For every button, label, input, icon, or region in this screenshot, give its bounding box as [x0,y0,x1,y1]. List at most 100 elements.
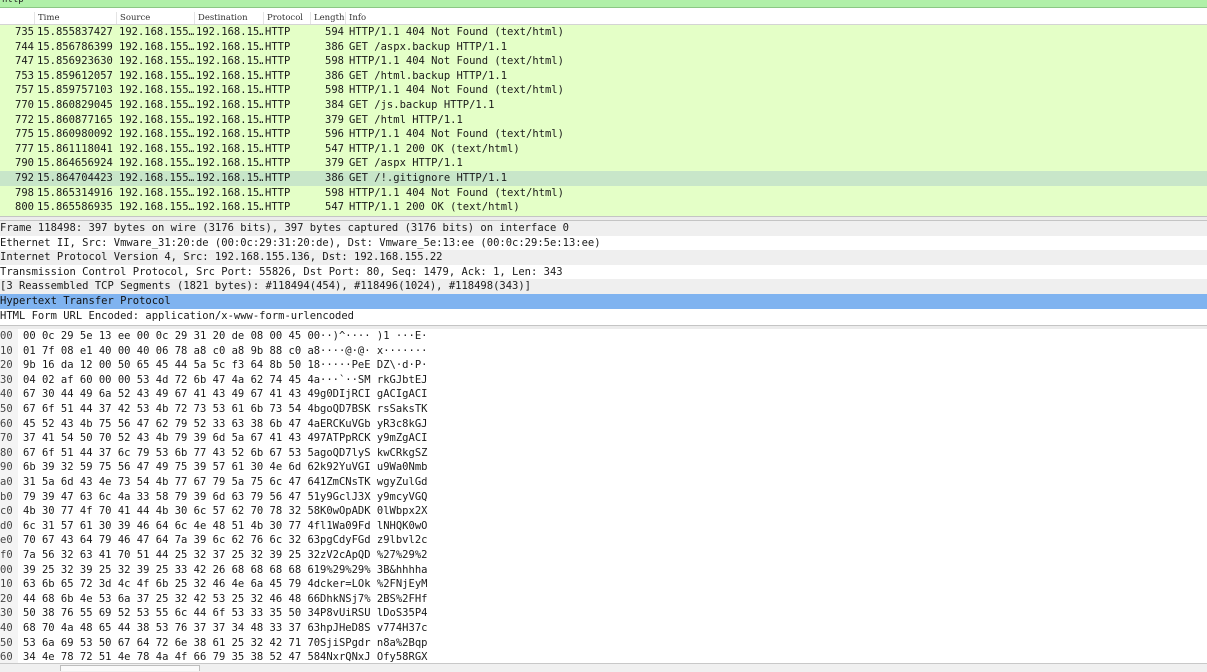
packet-destination: 192.168.15… [196,69,263,82]
packet-source: 192.168.155… [119,201,194,214]
packet-number: 744 [15,40,34,53]
packet-protocol: HTTP [265,26,291,38]
bytes-row[interactable]: 80 67 6f 51 44 37 6c 79 53 6b 77 43 52 6b… [0,446,1207,461]
bytes-hex: 7a 56 32 63 41 70 51 44 25 32 37 25 32 3… [23,549,321,561]
packet-number: 770 [15,99,34,111]
packet-row[interactable]: 753 15.859612057 192.168.155… 192.168.15… HT… [0,68,1207,84]
bytes-hex: 44 68 6b 4e 53 6a 37 25 32 42 53 25 32 4… [23,592,321,605]
packet-list[interactable]: 735 15.855837427 192.168.155… 192.168.15… HT… [0,25,1207,216]
bytes-row[interactable]: 40 68 70 4a 48 65 44 38 53 76 37 37 34 48… [0,621,1207,636]
bytes-row[interactable]: 60 45 52 43 4b 75 56 47 62 79 52 33 63 38… [0,417,1207,432]
packet-row[interactable]: 747 15.856923630 192.168.155… 192.168.15… HT… [0,54,1207,69]
packet-time: 15.864656924 [37,157,113,170]
display-filter-text[interactable]: http [2,0,24,5]
packet-row[interactable]: 735 15.855837427 192.168.155… 192.168.15… HT… [0,25,1207,40]
packet-destination: 192.168.15… [196,84,263,97]
bytes-row[interactable]: 50 53 6a 69 53 50 67 64 72 6e 38 61 25 32… [0,636,1207,651]
packet-time: 15.855837427 [37,26,113,38]
packet-row[interactable]: 757 15.859757103 192.168.155… 192.168.15… HT… [0,83,1207,98]
bytes-row[interactable]: f0 7a 56 32 63 41 70 51 44 25 32 37 25 32… [0,548,1207,563]
packet-number: 735 [15,26,34,38]
column-header-protocol[interactable]: Protocol [263,12,310,24]
bytes-hex: 67 6f 51 44 37 42 53 4b 72 73 53 61 6b 7… [23,403,321,415]
detail-tree-item[interactable]: Hypertext Transfer Protocol [0,294,1207,309]
bytes-ascii: 1ZmCNsTK wgyZulGd [320,476,428,488]
bytes-row[interactable]: 70 37 41 54 50 70 52 43 4b 79 39 6d 5a 67… [0,431,1207,446]
packet-info: HTTP/1.1 404 Not Found (text/html) [349,186,564,199]
packet-protocol: HTTP [265,84,291,97]
packet-row[interactable]: 800 15.865586935 192.168.155… 192.168.15… HT… [0,200,1207,215]
packet-details-pane[interactable]: Frame 118498: 397 bytes on wire (3176 bi… [0,221,1207,325]
bytes-row[interactable]: 20 9b 16 da 12 00 50 65 45 44 5a 5c f3 64… [0,358,1207,373]
packet-row[interactable]: 777 15.861118041 192.168.155… 192.168.15… HT… [0,141,1207,157]
bytes-row[interactable]: 20 44 68 6b 4e 53 6a 37 25 32 42 53 25 32… [0,592,1207,607]
bytes-hex: 6b 39 32 59 75 56 47 49 75 39 57 61 30 4… [23,461,321,474]
bytes-offset: 10 [0,578,13,591]
display-filter-bar[interactable]: http [0,0,1207,8]
bytes-hex: 39 25 32 39 25 32 39 25 33 42 26 68 68 6… [23,563,321,576]
column-header-time[interactable]: Time [34,12,116,24]
bytes-offset: 30 [0,373,13,386]
packet-info: GET /html.backup HTTP/1.1 [349,69,508,82]
bytes-hex: 63 6b 65 72 3d 4c 4f 6b 25 32 46 4e 6a 4… [23,578,321,591]
packet-source: 192.168.155… [119,142,194,155]
bytes-row[interactable]: d0 6c 31 57 61 30 39 46 64 6c 4e 48 51 4b… [0,519,1207,534]
column-header-length[interactable]: Length [310,12,345,24]
bytes-ascii: 7ATPpRCK y9mZgACI [320,432,428,445]
packet-row[interactable]: 775 15.860980092 192.168.155… 192.168.15… HT… [0,127,1207,142]
packet-row[interactable]: 744 15.856786399 192.168.155… 192.168.15… HT… [0,39,1207,55]
packet-info: GET /aspx HTTP/1.1 [349,157,463,170]
packet-row[interactable]: 792 15.864704423 192.168.155… 192.168.15… HT… [0,171,1207,186]
packet-destination: 192.168.15… [196,99,263,111]
bytes-row[interactable]: 30 04 02 af 60 00 00 53 4d 72 6b 47 4a 62… [0,373,1207,388]
column-header-destination[interactable]: Destination [194,12,263,24]
bytes-row[interactable]: 10 63 6b 65 72 3d 4c 4f 6b 25 32 46 4e 6a… [0,577,1207,592]
packet-row[interactable]: 798 15.865314916 192.168.155… 192.168.15… HT… [0,185,1207,201]
packet-length: 386 [325,69,344,82]
packet-source: 192.168.155… [119,99,194,111]
bytes-ascii: zV2cApQD %27%29%2 [320,549,428,561]
column-header-info[interactable]: Info [345,12,1207,24]
detail-tree-item[interactable]: Ethernet II, Src: Vmware_31:20:de (00:0c… [0,236,1207,251]
bytes-ascii: K0wOpADK 0lWbpx2X [320,505,428,518]
bytes-offset: 00 [0,563,13,576]
bytes-row[interactable]: 00 00 0c 29 5e 13 ee 00 0c 29 31 20 de 08… [0,329,1207,344]
packet-info: GET /aspx.backup HTTP/1.1 [349,40,508,53]
bytes-ascii: cker=LOk %2FNjEyM [320,578,428,591]
detail-tree-item[interactable]: Frame 118498: 397 bytes on wire (3176 bi… [0,221,1207,236]
bytes-ascii: ERCKuVGb yR3c8kGJ [320,417,428,430]
bytes-row[interactable]: 10 01 7f 08 e1 40 00 40 06 78 a8 c0 a8 9b… [0,344,1207,359]
detail-tree-item[interactable]: Transmission Control Protocol, Src Port:… [0,265,1207,280]
packet-info: HTTP/1.1 200 OK (text/html) [349,201,520,214]
bytes-row[interactable]: c0 4b 30 77 4f 70 41 44 4b 30 6c 57 62 70… [0,504,1207,519]
bytes-tab[interactable] [60,665,200,671]
bytes-row[interactable]: 30 50 38 76 55 69 52 53 55 6c 44 6f 53 33… [0,606,1207,621]
bytes-hex: 6c 31 57 61 30 39 46 64 6c 4e 48 51 4b 3… [23,519,321,532]
packet-row[interactable]: 790 15.864656924 192.168.155… 192.168.15… HT… [0,156,1207,171]
packet-length: 547 [325,201,344,214]
packet-protocol: HTTP [265,142,291,155]
packet-row[interactable]: 770 15.860829045 192.168.155… 192.168.15… HT… [0,98,1207,113]
packet-time: 15.861118041 [37,142,113,155]
bytes-row[interactable]: 40 67 30 44 49 6a 52 43 49 67 41 43 49 67… [0,387,1207,402]
packet-length: 596 [325,128,344,141]
bytes-row[interactable]: b0 79 39 47 63 6c 4a 33 58 79 39 6d 63 79… [0,490,1207,505]
packet-protocol: HTTP [265,157,291,170]
bytes-row[interactable]: 50 67 6f 51 44 37 42 53 4b 72 73 53 61 6b… [0,402,1207,417]
packet-bytes-pane[interactable]: 00 00 0c 29 5e 13 ee 00 0c 29 31 20 de 08… [0,329,1207,672]
bytes-hex: 45 52 43 4b 75 56 47 62 79 52 33 63 38 6… [23,417,321,430]
column-header-source[interactable]: Source [116,12,194,24]
packet-time: 15.860980092 [37,128,113,141]
detail-tree-item[interactable]: Internet Protocol Version 4, Src: 192.16… [0,250,1207,265]
detail-tree-item[interactable]: HTML Form URL Encoded: application/x-www… [0,309,1207,324]
detail-tree-item[interactable]: [3 Reassembled TCP Segments (1821 bytes)… [0,279,1207,294]
bytes-row[interactable]: a0 31 5a 6d 43 4e 73 54 4b 77 67 79 5a 75… [0,475,1207,490]
packet-protocol: HTTP [265,55,291,68]
bytes-row[interactable]: e0 70 67 43 64 79 46 47 64 7a 39 6c 62 76… [0,533,1207,548]
bytes-offset: 00 [0,330,13,342]
bytes-row[interactable]: 00 39 25 32 39 25 32 39 25 33 42 26 68 68… [0,563,1207,578]
packet-length: 594 [325,26,344,38]
bytes-row[interactable]: 90 6b 39 32 59 75 56 47 49 75 39 57 61 30… [0,460,1207,475]
bytes-hex: 31 5a 6d 43 4e 73 54 4b 77 67 79 5a 75 6… [23,476,321,488]
packet-row[interactable]: 772 15.860877165 192.168.155… 192.168.15… HT… [0,112,1207,128]
